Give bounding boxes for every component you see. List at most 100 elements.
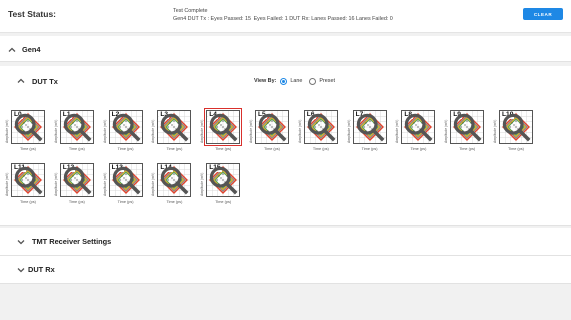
dut-tx-section-title: DUT Tx — [32, 77, 58, 86]
gen4-section-title: Gen4 — [22, 45, 41, 54]
y-axis-label: Amplitude (mV) — [53, 119, 58, 143]
lane-eye-tile[interactable]: Amplitude (mV) L7 Time (ps) — [347, 110, 394, 156]
x-axis-label: Time (ps) — [312, 147, 329, 151]
view-by-preset-option[interactable]: Preset — [309, 77, 335, 85]
chevron-down-icon — [17, 268, 25, 273]
eye-plot[interactable]: L0 — [11, 110, 45, 144]
lane-eye-tile[interactable]: Amplitude (mV) L14 Time (ps) — [151, 163, 198, 209]
y-axis-label: Amplitude (mV) — [200, 119, 205, 143]
zoom-icon[interactable] — [158, 111, 190, 143]
test-status-bar: Test Status: Test Complete Gen4 DUT Tx :… — [0, 0, 571, 33]
zoom-icon[interactable] — [500, 111, 532, 143]
x-axis-label: Time (ps) — [20, 200, 36, 204]
eye-plot[interactable]: L12 — [59, 163, 94, 197]
eye-plot[interactable]: L3 — [157, 110, 192, 144]
view-by-control: View By: Lane Preset — [254, 76, 342, 86]
lane-eye-tile[interactable]: Amplitude (mV) L0 Time (ps) — [5, 110, 52, 156]
x-axis-label: Time (ps) — [508, 147, 524, 151]
eye-plot[interactable]: L4 — [204, 108, 243, 146]
y-axis-label: Amplitude (mV) — [5, 172, 9, 196]
zoom-icon[interactable] — [61, 111, 93, 143]
zoom-icon[interactable] — [305, 111, 337, 143]
lane-eye-tile[interactable]: Amplitude (mV) L10 Time (ps) — [493, 110, 540, 156]
zoom-icon[interactable] — [207, 164, 239, 196]
y-axis-label: Amplitude (mV) — [444, 119, 449, 143]
eye-plot[interactable]: L6 — [303, 110, 338, 144]
preset-radio-label: Preset — [319, 78, 335, 84]
dut-rx-section-header[interactable]: DUT Rx — [0, 256, 571, 283]
lane-eye-tile[interactable]: Amplitude (mV) L2 Time (ps) — [103, 110, 150, 156]
x-axis-label: Time (ps) — [264, 147, 280, 151]
view-by-label: View By: — [254, 78, 277, 84]
eye-plot[interactable]: L9 — [450, 110, 485, 144]
x-axis-label: Time (ps) — [215, 200, 232, 204]
gen4-section-header[interactable]: Gen4 — [0, 36, 571, 61]
lane-eye-tile[interactable]: Amplitude (mV) L11 Time (ps) — [5, 163, 52, 209]
tmt-receiver-settings-section: TMT Receiver Settings — [0, 228, 571, 256]
zoom-icon[interactable] — [256, 111, 288, 143]
y-axis-label: Amplitude (mV) — [395, 119, 400, 143]
lane-eye-tile[interactable]: Amplitude (mV) L12 Time (ps) — [54, 163, 101, 209]
clear-button[interactable]: CLEAR — [523, 8, 563, 20]
x-axis-label: Time (ps) — [166, 147, 183, 151]
zoom-icon[interactable] — [12, 111, 44, 143]
view-by-lane-option[interactable]: Lane — [280, 77, 303, 85]
x-axis-label: Time (ps) — [68, 147, 85, 151]
zoom-icon[interactable] — [110, 111, 142, 143]
zoom-icon[interactable] — [110, 164, 142, 196]
zoom-icon[interactable] — [402, 111, 434, 143]
x-axis-label: Time (ps) — [166, 200, 183, 204]
preset-radio[interactable] — [309, 77, 317, 85]
tmt-receiver-settings-header[interactable]: TMT Receiver Settings — [0, 228, 571, 255]
eye-plot[interactable]: L5 — [255, 110, 289, 144]
chevron-down-icon — [17, 240, 25, 245]
eye-plot[interactable]: L11 — [11, 163, 45, 197]
eye-plot[interactable]: L2 — [108, 110, 143, 144]
eye-plot[interactable]: L1 — [59, 110, 94, 144]
chevron-up-icon — [8, 47, 16, 52]
x-axis-label: Time (ps) — [361, 147, 378, 151]
y-axis-label: Amplitude (mV) — [53, 172, 58, 196]
zoom-icon[interactable] — [61, 164, 93, 196]
page-background — [0, 284, 571, 320]
test-status-line-1: Test Complete — [173, 8, 208, 14]
y-axis-label: Amplitude (mV) — [151, 119, 156, 143]
zoom-icon[interactable] — [451, 111, 483, 143]
lane-eye-tile[interactable]: Amplitude (mV) L5 Time (ps) — [249, 110, 296, 156]
lane-eye-tile[interactable]: Amplitude (mV) L13 Time (ps) — [103, 163, 150, 209]
eye-plot[interactable]: L7 — [352, 110, 387, 144]
lane-eye-tile[interactable]: Amplitude (mV) L9 Time (ps) — [444, 110, 491, 156]
dut-rx-section-title: DUT Rx — [28, 265, 55, 274]
chevron-up-icon — [17, 78, 25, 83]
y-axis-label: Amplitude (mV) — [493, 119, 497, 143]
y-axis-label: Amplitude (mV) — [346, 119, 351, 143]
lane-eye-tile[interactable]: Amplitude (mV) L4 Time (ps) — [200, 108, 247, 156]
eye-plot[interactable]: L10 — [499, 110, 533, 144]
lane-eye-tile[interactable]: Amplitude (mV) L15 Time (ps) — [200, 163, 247, 209]
eye-plot[interactable]: L15 — [206, 163, 241, 197]
eye-plot[interactable]: L14 — [157, 163, 192, 197]
lane-eye-tile[interactable]: Amplitude (mV) L6 Time (ps) — [298, 110, 345, 156]
test-status-line-2: Gen4 DUT Tx : Eyes Passed: 15 Eyes Faile… — [173, 16, 393, 22]
zoom-icon[interactable] — [207, 111, 239, 143]
x-axis-label: Time (ps) — [68, 200, 85, 204]
eye-plot[interactable]: L8 — [401, 110, 436, 144]
x-axis-label: Time (ps) — [117, 147, 134, 151]
lane-eye-tile[interactable]: Amplitude (mV) L1 Time (ps) — [54, 110, 101, 156]
test-status-summary: Test Complete Gen4 DUT Tx : Eyes Passed:… — [173, 7, 393, 23]
lane-radio[interactable] — [280, 77, 288, 85]
x-axis-label: Time (ps) — [20, 147, 36, 151]
test-status-label: Test Status: — [8, 9, 57, 19]
lane-radio-label: Lane — [290, 78, 303, 84]
dut-tx-section-header[interactable]: DUT Tx — [0, 66, 240, 94]
zoom-icon[interactable] — [12, 164, 44, 196]
zoom-icon[interactable] — [354, 111, 386, 143]
zoom-icon[interactable] — [158, 164, 190, 196]
eye-plot[interactable]: L13 — [108, 163, 143, 197]
x-axis-label: Time (ps) — [117, 200, 134, 204]
page: Test Status: Test Complete Gen4 DUT Tx :… — [0, 0, 571, 320]
lane-eye-tile[interactable]: Amplitude (mV) L8 Time (ps) — [395, 110, 442, 156]
lane-eye-tile[interactable]: Amplitude (mV) L3 Time (ps) — [151, 110, 198, 156]
y-axis-label: Amplitude (mV) — [102, 119, 107, 143]
x-axis-label: Time (ps) — [459, 147, 476, 151]
